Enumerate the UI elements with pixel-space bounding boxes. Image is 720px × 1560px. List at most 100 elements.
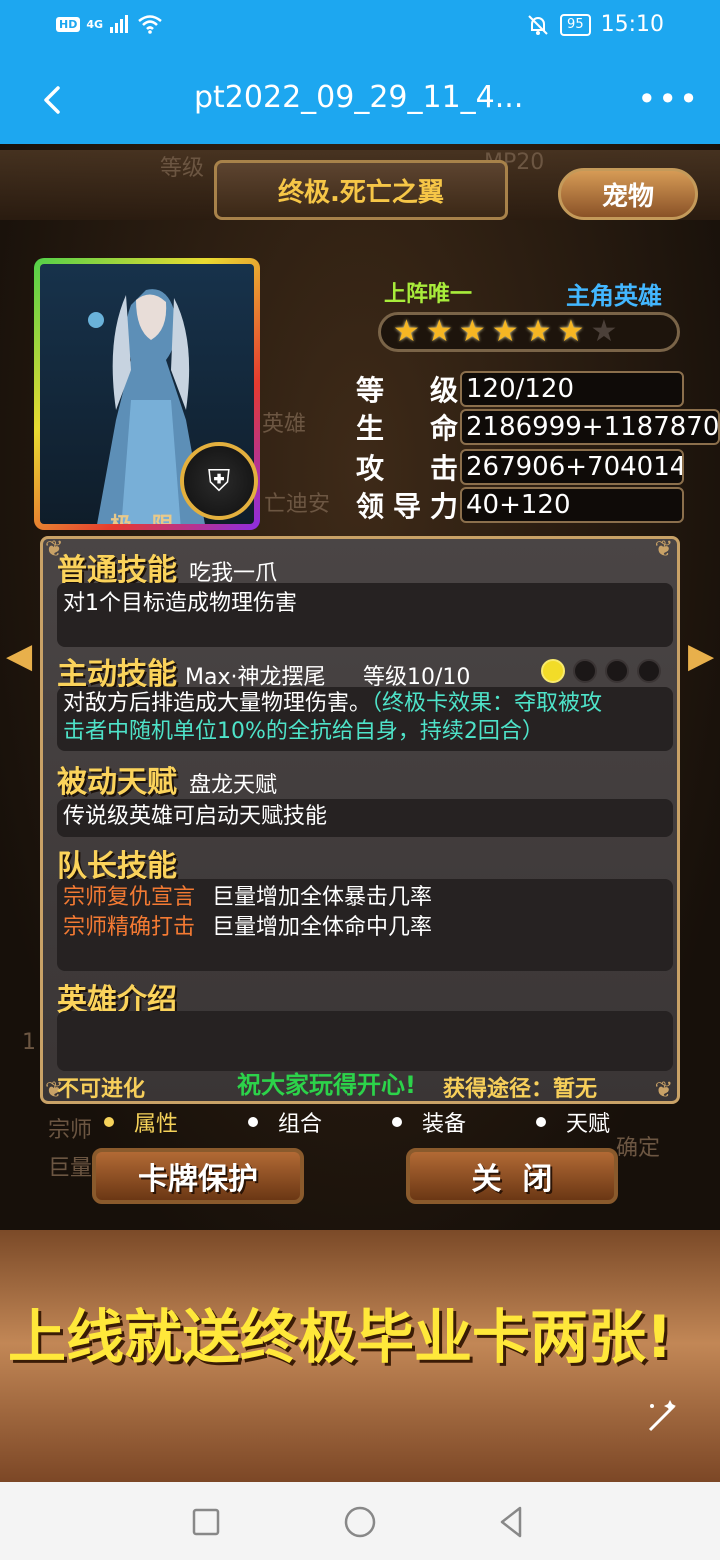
star-empty-icon: ★ bbox=[590, 314, 618, 349]
network-type: 4G bbox=[86, 17, 104, 31]
stat-hp: 生命 2186999+1187870 bbox=[356, 408, 720, 446]
pet-button[interactable]: 宠物 bbox=[558, 168, 698, 220]
tab-dot-icon bbox=[536, 1117, 546, 1127]
system-nav-bar bbox=[0, 1482, 720, 1560]
passive-title: 被动天赋 bbox=[57, 765, 177, 800]
leader-skill-desc: 巨量增加全体命中几率 bbox=[212, 915, 433, 940]
tab-combo[interactable]: 组合 bbox=[248, 1106, 392, 1138]
battery-indicator: 95 bbox=[560, 13, 591, 36]
stat-label: 领导力 bbox=[356, 490, 458, 523]
stat-value: 2186999+1187870 bbox=[460, 409, 720, 445]
status-left: HD 4G bbox=[56, 14, 163, 34]
card-protect-button[interactable]: 卡牌保护 bbox=[92, 1148, 304, 1204]
level-dot bbox=[637, 659, 661, 683]
stat-value: 120/120 bbox=[460, 371, 684, 407]
level-dot bbox=[605, 659, 629, 683]
leader-skill-name: 宗师精确打击 bbox=[63, 915, 196, 940]
bg-name-text: 亡迪安 bbox=[264, 492, 331, 517]
bg-level-text: 等级 bbox=[160, 156, 205, 181]
back-arrow-icon[interactable] bbox=[34, 80, 74, 120]
level-dot bbox=[573, 659, 597, 683]
stat-label: 生命 bbox=[356, 412, 458, 445]
level-dot bbox=[541, 659, 565, 683]
star-icon: ★ bbox=[491, 314, 519, 349]
normal-skill-desc: 对1个目标造成物理伤害 bbox=[63, 591, 297, 616]
tab-label: 组合 bbox=[278, 1112, 323, 1137]
leader-skill-name: 宗师复仇宣言 bbox=[63, 885, 196, 910]
signal-icon bbox=[110, 15, 129, 33]
passive-desc: 传说级英雄可启动天赋技能 bbox=[63, 804, 328, 829]
tab-label: 天赋 bbox=[566, 1112, 611, 1137]
ultimate-effect-text-2: 击者中随机单位10%的全抗给自身，持续2回合） bbox=[63, 719, 544, 744]
clock: 15:10 bbox=[600, 12, 664, 37]
normal-skill-box: 对1个目标造成物理伤害 bbox=[57, 583, 673, 647]
passive-name: 盘龙天赋 bbox=[189, 773, 278, 798]
class-emblem-icon: ⛨ bbox=[180, 442, 258, 520]
bg-num-text: 1 bbox=[22, 1030, 36, 1055]
corner-ornament-icon: ❦ bbox=[654, 537, 673, 562]
card-title: 终极.死亡之翼 bbox=[278, 177, 444, 208]
passive-box: 传说级英雄可启动天赋技能 bbox=[57, 799, 673, 837]
hd-badge: HD bbox=[56, 16, 81, 32]
status-bar: HD 4G 95 15:10 bbox=[0, 0, 720, 58]
star-icon: ★ bbox=[524, 314, 552, 349]
prev-card-arrow-icon[interactable]: ◀ bbox=[6, 636, 32, 676]
skill-level-dots bbox=[541, 659, 661, 683]
tab-dot-icon bbox=[104, 1117, 114, 1127]
active-skill-desc-line: 对敌方后排造成大量物理伤害。（终极卡效果：夺取被攻 bbox=[63, 689, 602, 719]
tab-talent[interactable]: 天赋 bbox=[536, 1106, 680, 1138]
leader-skill-box: 宗师复仇宣言 巨量增加全体暴击几率 宗师精确打击 巨量增加全体命中几率 bbox=[57, 879, 673, 971]
bg-leader-text: 宗师 bbox=[48, 1118, 93, 1143]
ultimate-effect-text: （终极卡效果：夺取被攻 bbox=[371, 691, 603, 716]
greeting-text: 祝大家玩得开心! bbox=[237, 1071, 416, 1099]
acquire-method: 获得途径：暂无 bbox=[443, 1077, 598, 1102]
back-triangle-icon[interactable] bbox=[490, 1500, 534, 1544]
star-rating: ★ ★ ★ ★ ★ ★ ★ bbox=[378, 312, 680, 352]
tab-attributes[interactable]: 属性 bbox=[104, 1106, 248, 1138]
evolve-status: 不可进化 bbox=[57, 1077, 146, 1102]
leader-skill-item: 宗师精确打击 巨量增加全体命中几率 bbox=[63, 913, 432, 943]
stat-value: 267906+704014 bbox=[460, 449, 684, 485]
star-icon: ★ bbox=[458, 314, 486, 349]
active-skill-desc: 对敌方后排造成大量物理伤害。 bbox=[63, 691, 372, 716]
title-bar: pt2022_09_29_11_4... ••• bbox=[0, 58, 720, 144]
leader-skill-item: 宗师复仇宣言 巨量增加全体暴击几率 bbox=[63, 883, 432, 913]
status-right: 95 15:10 bbox=[526, 12, 664, 37]
mute-bell-icon bbox=[528, 14, 548, 35]
more-options-icon[interactable]: ••• bbox=[637, 80, 700, 118]
recents-square-icon[interactable] bbox=[184, 1500, 228, 1544]
star-icon: ★ bbox=[557, 314, 585, 349]
active-skill-box: 对敌方后排造成大量物理伤害。（终极卡效果：夺取被攻 击者中随机单位10%的全抗给… bbox=[57, 687, 673, 751]
unique-tag: 上阵唯一 bbox=[384, 282, 473, 307]
stat-label: 攻击 bbox=[356, 452, 458, 485]
next-card-arrow-icon[interactable]: ▶ bbox=[688, 636, 714, 676]
close-button[interactable]: 关 闭 bbox=[406, 1148, 618, 1204]
tab-equipment[interactable]: 装备 bbox=[392, 1106, 536, 1138]
hero-type: 主角英雄 bbox=[566, 282, 662, 310]
pet-button-label: 宠物 bbox=[601, 181, 654, 212]
promo-banner-text: 上线就送终极毕业卡两张! bbox=[8, 1303, 673, 1371]
tab-label: 装备 bbox=[422, 1112, 467, 1137]
star-icon: ★ bbox=[425, 314, 453, 349]
card-protect-label: 卡牌保护 bbox=[138, 1162, 258, 1197]
leader-skill-desc: 巨量增加全体暴击几率 bbox=[212, 885, 433, 910]
close-label: 关 闭 bbox=[471, 1162, 553, 1197]
star-icon: ★ bbox=[393, 314, 420, 349]
bg-big-text: 巨量 bbox=[48, 1156, 93, 1181]
magic-wand-icon[interactable] bbox=[640, 1396, 684, 1440]
home-circle-icon[interactable] bbox=[338, 1500, 382, 1544]
stat-label: 等级 bbox=[356, 374, 458, 407]
corner-ornament-icon: ❦ bbox=[654, 1078, 673, 1103]
bg-hero-text: 英雄 bbox=[262, 412, 307, 437]
screen: HD 4G 95 15:10 pt2022_09_29_11_4... ••• … bbox=[0, 0, 720, 1560]
page-title: pt2022_09_29_11_4... bbox=[194, 80, 524, 115]
stat-level: 等级 120/120 bbox=[356, 370, 720, 408]
skills-panel: ❦ ❦ ❦ ❦ 普通技能 吃我一爪 对1个目标造成物理伤害 主动技能 Max·神… bbox=[40, 536, 680, 1104]
tab-dot-icon bbox=[248, 1117, 258, 1127]
tab-dot-icon bbox=[392, 1117, 402, 1127]
card-grade: 极 限 bbox=[110, 514, 180, 530]
stat-value: 40+120 bbox=[460, 487, 684, 523]
stat-leadership: 领导力 40+120 bbox=[356, 486, 720, 524]
wifi-icon bbox=[138, 15, 162, 34]
stat-attack: 攻击 267906+704014 bbox=[356, 448, 720, 486]
